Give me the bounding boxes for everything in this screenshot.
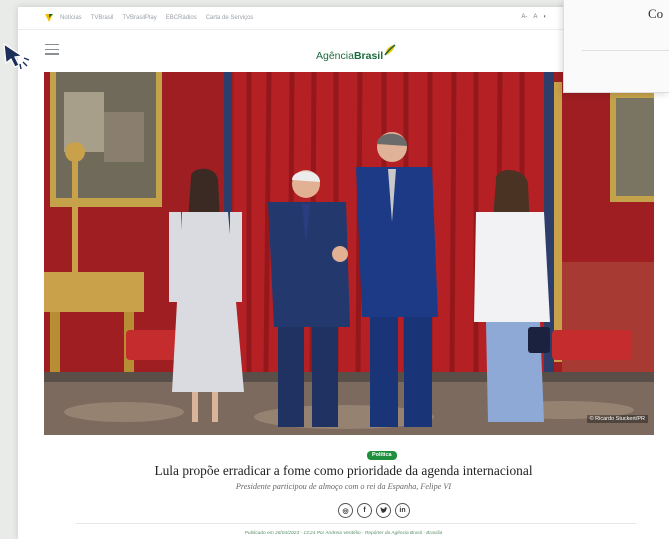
photo-credit: © Ricardo Stuckert/PR: [586, 415, 648, 423]
contrast-button[interactable]: ◐: [543, 14, 547, 20]
share-bar: ◎ f in: [338, 503, 410, 518]
topbar-link-noticias[interactable]: Notícias: [60, 15, 82, 21]
article-hero-photo: © Ricardo Stuckert/PR: [44, 72, 654, 435]
font-reset-button[interactable]: A: [533, 14, 537, 20]
hero-photo-illustration: [44, 72, 654, 435]
topbar-link-ebcradios[interactable]: EBCRádios: [166, 15, 197, 21]
overlay-divider: [582, 50, 669, 51]
article-subheadline: Presidente participou de almoço com o re…: [235, 482, 452, 491]
whatsapp-share-icon[interactable]: ◎: [338, 503, 353, 518]
font-decrease-button[interactable]: A-: [521, 14, 527, 20]
agencia-brasil-logo[interactable]: Agência Brasil: [316, 42, 396, 62]
gov-flag-icon: [45, 14, 53, 22]
topbar-link-tvbrasil[interactable]: TVBrasil: [91, 15, 114, 21]
overlay-panel: Co: [563, 0, 669, 93]
overlay-text: Co: [648, 6, 664, 21]
logo-leaf-icon: [384, 44, 396, 56]
hamburger-menu-icon[interactable]: [45, 44, 59, 56]
topbar-link-carta-servicos[interactable]: Carta de Serviços: [206, 15, 254, 21]
linkedin-share-icon[interactable]: in: [395, 503, 410, 518]
facebook-share-icon[interactable]: f: [357, 503, 372, 518]
twitter-share-icon[interactable]: [376, 503, 391, 518]
publication-info: Publicado em 26/04/2023 - 13:24 Por Andr…: [244, 531, 443, 536]
font-controls: A- A ◐: [521, 14, 547, 20]
footer-divider: [76, 523, 636, 524]
category-tag[interactable]: Política: [367, 451, 397, 460]
logo-text-bold: Brasil: [353, 50, 384, 62]
article-headline: Lula propõe erradicar a fome como priori…: [154, 463, 533, 478]
topbar-link-tvbrasilplay[interactable]: TVBrasilPlay: [122, 15, 156, 21]
mouse-cursor-icon: [3, 42, 30, 70]
logo-text-light: Agência: [316, 50, 354, 62]
